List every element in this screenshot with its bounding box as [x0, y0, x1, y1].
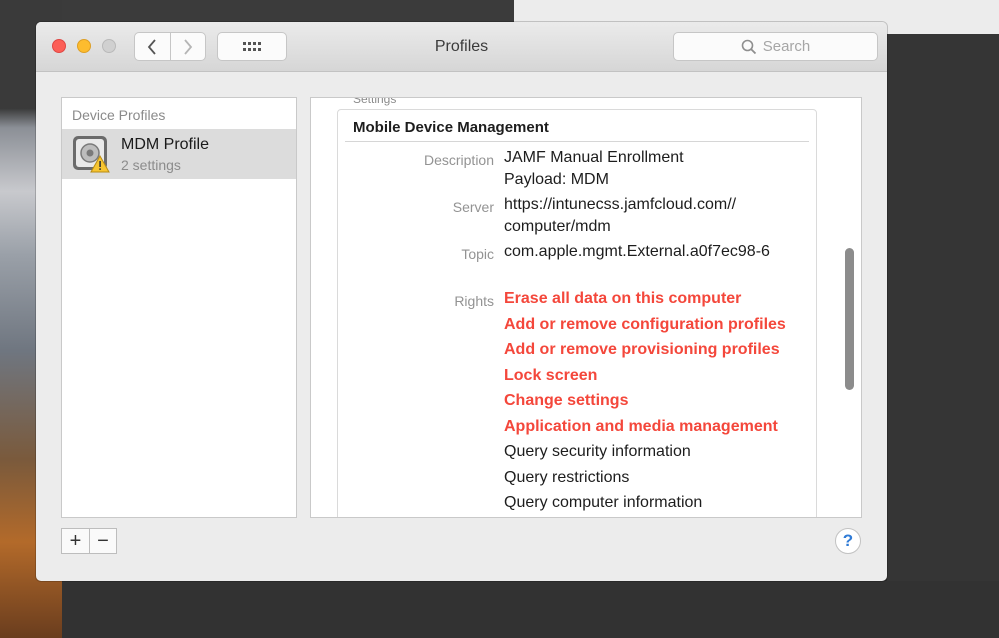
right-item: Query computer information [504, 494, 703, 511]
remove-profile-button[interactable]: − [88, 529, 116, 553]
server-value: computer/mdm [504, 218, 611, 235]
sidebar-item-mdm-profile[interactable]: MDM Profile 2 settings [62, 129, 296, 179]
description-label: Description [423, 152, 494, 168]
right-item: Lock screen [504, 367, 598, 384]
right-item: Query security information [504, 443, 691, 460]
profiles-window: Profiles Search Device Profiles MDM Prof… [36, 22, 887, 581]
topic-value-clipped: b4c-1988-4d1b-2179000029b28 [504, 276, 754, 280]
search-field[interactable]: Search [673, 32, 878, 61]
right-item: Application and media management [504, 418, 778, 435]
right-item: Add or remove configuration profiles [504, 316, 786, 333]
sidebar-header: Device Profiles [72, 107, 166, 123]
profile-settings-count: 2 settings [121, 157, 181, 173]
desktop-background [887, 34, 999, 638]
description-value: Payload: MDM [504, 171, 609, 188]
search-icon [741, 39, 756, 54]
right-item: Erase all data on this computer [504, 290, 742, 307]
add-remove-buttons: + − [61, 528, 117, 554]
profile-detail-pane: Settings Mobile Device Management Descri… [310, 97, 862, 518]
right-item: Change settings [504, 392, 629, 409]
section-title: Mobile Device Management [353, 119, 549, 136]
profile-name: MDM Profile [121, 136, 210, 153]
right-item: Query restrictions [504, 469, 630, 486]
title-bar: Profiles Search [36, 22, 887, 72]
section-caption: Settings [353, 97, 397, 106]
scrollbar-thumb[interactable] [845, 248, 854, 390]
right-item: Add or remove provisioning profiles [504, 341, 780, 358]
desktop-background [62, 581, 999, 638]
server-value: https://intunecss.jamfcloud.com// [504, 196, 737, 213]
search-placeholder: Search [762, 38, 811, 55]
topic-label: Topic [461, 246, 494, 262]
mdm-profile-warning-icon [73, 136, 110, 173]
topic-value-continuation: b4c-1988-4d1b-2179000029b28 [504, 276, 754, 280]
add-profile-button[interactable]: + [62, 529, 89, 553]
description-value: JAMF Manual Enrollment [504, 149, 684, 166]
background-window [62, 0, 514, 22]
topic-value: com.apple.mgmt.External.a0f7ec98-6 [504, 243, 770, 260]
section-divider [345, 141, 809, 142]
rights-label: Rights [454, 293, 494, 309]
help-button[interactable]: ? [835, 528, 861, 554]
profiles-sidebar: Device Profiles MDM Profile 2 settings [61, 97, 297, 518]
server-label: Server [452, 199, 494, 215]
